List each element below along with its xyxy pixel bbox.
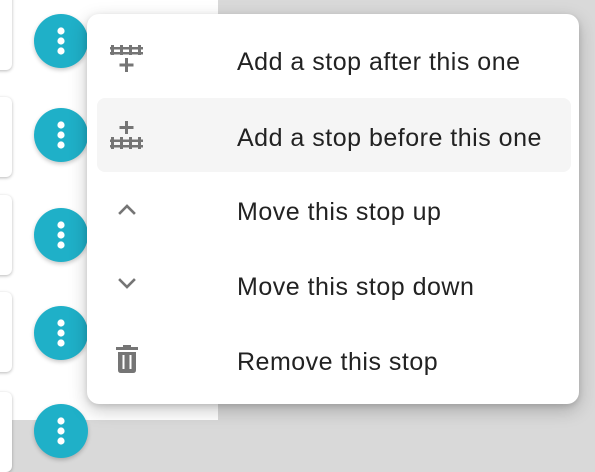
menu-item-label: Add a stop after this one: [237, 48, 521, 76]
add-stop-before-icon: [107, 120, 147, 150]
menu-item-label: Move this stop down: [237, 273, 475, 301]
menu-item-label: Add a stop before this one: [237, 124, 542, 152]
menu-item-label: Move this stop up: [237, 198, 442, 226]
stop-options-button[interactable]: [34, 306, 88, 360]
menu-item-add-stop-before[interactable]: Add a stop before this one: [97, 98, 571, 172]
stop-options-menu: Add a stop after this one Add a stop bef…: [87, 14, 579, 404]
menu-item-add-stop-after[interactable]: Add a stop after this one: [97, 22, 571, 96]
more-vert-icon: [57, 27, 65, 55]
more-vert-icon: [57, 417, 65, 445]
stop-card[interactable]: [0, 195, 12, 275]
stop-card[interactable]: [0, 392, 12, 472]
more-vert-icon: [57, 221, 65, 249]
more-vert-icon: [57, 319, 65, 347]
chevron-up-icon: [107, 194, 147, 224]
stop-card[interactable]: [0, 292, 12, 372]
chevron-down-icon: [107, 269, 147, 299]
stop-options-button[interactable]: [34, 108, 88, 162]
trash-icon: [107, 344, 147, 374]
stop-options-button[interactable]: [34, 208, 88, 262]
stop-card[interactable]: [0, 97, 12, 177]
stop-options-button[interactable]: [34, 14, 88, 68]
menu-item-label: Remove this stop: [237, 348, 439, 376]
menu-item-remove[interactable]: Remove this stop: [97, 322, 571, 396]
stop-options-button[interactable]: [34, 404, 88, 458]
menu-item-move-down[interactable]: Move this stop down: [97, 247, 571, 321]
stop-card[interactable]: [0, 0, 12, 70]
menu-item-move-up[interactable]: Move this stop up: [97, 172, 571, 246]
add-stop-after-icon: [107, 44, 147, 74]
more-vert-icon: [57, 121, 65, 149]
